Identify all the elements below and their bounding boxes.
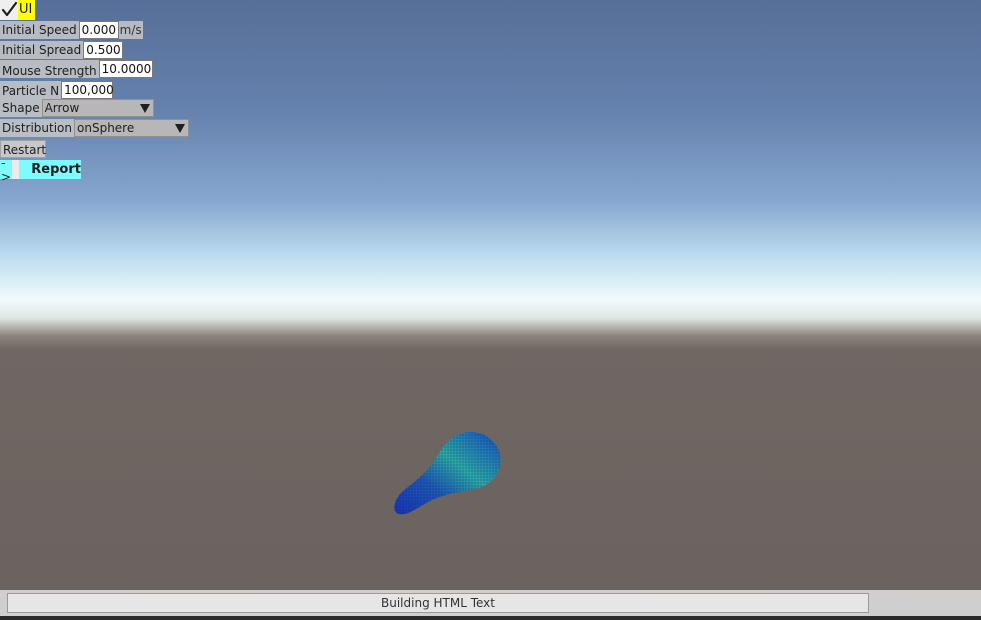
chevron-down-icon (139, 104, 150, 113)
status-bar-edge (0, 616, 981, 620)
checkmark-icon (1, 1, 18, 17)
particle-n-field[interactable]: 100,000 (61, 81, 114, 99)
initial-spread-field[interactable]: 0.500 (83, 41, 124, 59)
3d-viewport[interactable] (0, 0, 981, 620)
ui-toggle[interactable]: UI (0, 0, 38, 20)
report-arrow: -> (1, 155, 12, 184)
shape-selected: Arrow (44, 101, 80, 115)
report-toggle[interactable]: -> Report (0, 156, 81, 184)
initial-spread-row: Initial Spread 0.500 (0, 41, 124, 59)
status-text: Building HTML Text (7, 593, 869, 613)
mouse-strength-field[interactable]: 10.0000 (98, 60, 153, 78)
distribution-selected: onSphere (77, 121, 135, 135)
distribution-dropdown[interactable]: onSphere (74, 119, 190, 137)
report-label: Report (31, 162, 81, 177)
shape-dropdown[interactable]: Arrow (41, 99, 154, 117)
distribution-row: Distribution onSphere (0, 119, 190, 137)
initial-speed-field[interactable]: 0.000 (78, 21, 119, 39)
distribution-label: Distribution (0, 119, 75, 137)
ui-toggle-label: UI (18, 0, 36, 20)
mouse-strength-label: Mouse Strength (0, 60, 99, 78)
shape-label: Shape (0, 99, 42, 117)
particle-n-label: Particle N (0, 81, 62, 99)
report-checkbox[interactable] (12, 160, 20, 179)
initial-speed-row: Initial Speed 0.000 m/s (0, 21, 143, 39)
particle-cloud (394, 431, 501, 515)
shape-row: Shape Arrow (0, 99, 154, 117)
initial-spread-label: Initial Spread (0, 41, 84, 59)
mouse-strength-row: Mouse Strength 10.0000 (0, 60, 153, 78)
particle-n-row: Particle N 100,000 (0, 81, 114, 99)
initial-speed-unit: m/s (118, 21, 143, 39)
initial-speed-label: Initial Speed (0, 21, 79, 39)
ui-toggle-checkbox[interactable] (0, 0, 18, 20)
chevron-down-icon (175, 124, 186, 133)
